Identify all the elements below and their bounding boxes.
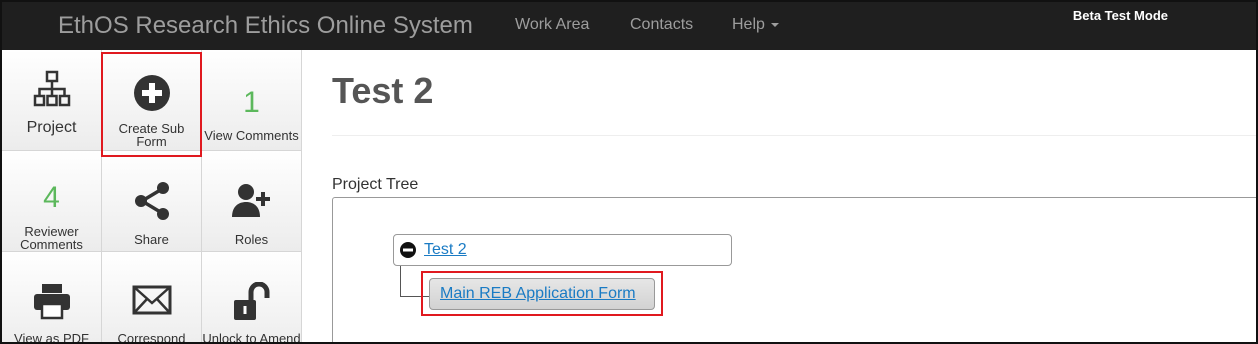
correspond-label: Correspond — [117, 331, 186, 344]
top-navbar: EthOS Research Ethics Online System Work… — [2, 2, 1256, 50]
action-tiles: Project Create Sub Form 1 View Comments … — [2, 50, 302, 344]
unlock-to-amend-tile[interactable]: Unlock to Amend — [202, 252, 302, 344]
roles-tile[interactable]: Roles — [202, 151, 302, 252]
envelope-icon — [132, 285, 171, 315]
page-title: Test 2 — [332, 70, 434, 111]
tree-child-node[interactable]: Main REB Application Form — [429, 278, 655, 310]
create-sub-form-tile[interactable]: Create Sub Form — [102, 50, 202, 151]
app-brand[interactable]: EthOS Research Ethics Online System — [58, 12, 473, 40]
share-tile[interactable]: Share — [102, 151, 202, 252]
reviewer-comments-tile[interactable]: 4 Reviewer Comments — [2, 151, 102, 252]
create-sub-form-label-2: Form — [136, 134, 167, 149]
unlock-to-amend-label: Unlock to Amend — [202, 331, 301, 344]
share-tile-label: Share — [134, 232, 169, 247]
collapse-icon[interactable] — [400, 242, 416, 258]
app-frame: EthOS Research Ethics Online System Work… — [0, 0, 1258, 344]
project-tree-label: Project Tree — [332, 176, 419, 193]
roles-tile-label: Roles — [234, 232, 269, 247]
project-tile-label: Project — [26, 119, 77, 136]
project-tile[interactable]: Project — [2, 50, 102, 151]
main-reb-form-link[interactable]: Main REB Application Form — [440, 285, 636, 303]
view-as-pdf-label: View as PDF — [14, 331, 89, 344]
tree-root-link[interactable]: Test 2 — [424, 241, 467, 259]
view-as-pdf-tile[interactable]: View as PDF — [2, 252, 102, 344]
tree-connector-horizontal — [400, 296, 430, 297]
tree-connector-vertical — [400, 266, 401, 297]
nav-contacts[interactable]: Contacts — [630, 16, 693, 34]
unlock-icon — [233, 282, 269, 320]
title-divider — [332, 135, 1256, 136]
share-icon — [134, 182, 169, 220]
main-content: Test 2 Project Tree Test 2 Main REB Appl… — [332, 50, 1256, 342]
beta-mode-badge: Beta Test Mode — [1072, 8, 1168, 23]
sitemap-icon — [33, 70, 70, 107]
view-comments-tile[interactable]: 1 View Comments — [202, 50, 302, 151]
view-comments-count: 1 — [243, 86, 260, 119]
nav-work-area[interactable]: Work Area — [515, 16, 589, 34]
correspond-tile[interactable]: Correspond — [102, 252, 202, 344]
reviewer-comments-label-2: Comments — [20, 237, 83, 252]
plus-circle-icon — [133, 75, 170, 111]
view-comments-label: View Comments — [204, 128, 299, 143]
nav-help-label: Help — [732, 16, 765, 33]
tree-root-node: Test 2 — [393, 234, 732, 266]
reviewer-comments-count: 4 — [43, 181, 60, 214]
caret-down-icon — [770, 22, 779, 27]
project-tree-panel: Test 2 Main REB Application Form — [332, 197, 1256, 342]
add-user-icon — [231, 184, 270, 217]
nav-help[interactable]: Help — [732, 16, 779, 34]
print-icon — [33, 284, 70, 320]
